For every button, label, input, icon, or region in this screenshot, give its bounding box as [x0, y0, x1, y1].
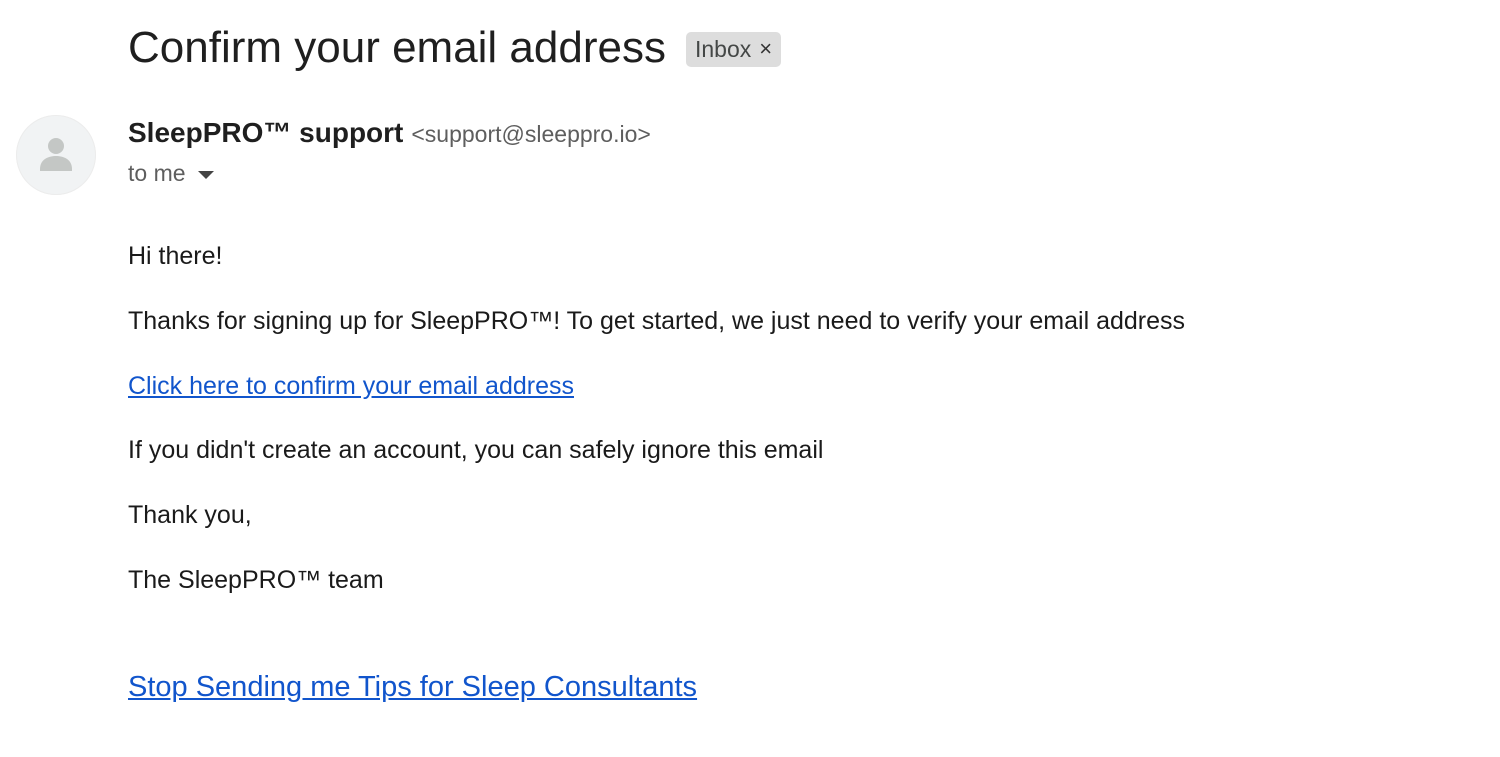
- sender-name: SleepPRO™ support: [128, 117, 404, 148]
- sender-email: <support@sleeppro.io>: [411, 121, 651, 147]
- inbox-label-chip[interactable]: Inbox ×: [685, 31, 782, 67]
- ignore-note-text: If you didn't create an account, you can…: [128, 436, 824, 464]
- subject-row: Confirm your email address Inbox ×: [128, 22, 782, 74]
- caret-down-icon[interactable]: [197, 170, 214, 179]
- close-icon[interactable]: ×: [759, 38, 772, 60]
- greeting-text: Hi there!: [128, 242, 223, 270]
- label-chip-text: Inbox: [694, 35, 752, 62]
- default-person-icon: [40, 138, 72, 171]
- intro-text: Thanks for signing up for SleepPRO™! To …: [128, 307, 1186, 335]
- confirm-link-line: Click here to confirm your email address: [128, 370, 574, 402]
- avatar[interactable]: [16, 115, 96, 195]
- recipient-label: to me: [128, 160, 186, 186]
- confirm-email-link[interactable]: Click here to confirm your email address: [128, 372, 574, 400]
- unsubscribe-link[interactable]: Stop Sending me Tips for Sleep Consultan…: [128, 671, 697, 703]
- email-subject: Confirm your email address: [128, 23, 666, 72]
- email-view: Confirm your email address Inbox × Sleep…: [0, 0, 1500, 757]
- recipient-details-toggle[interactable]: to me: [128, 160, 214, 187]
- signature-text: The SleepPRO™ team: [128, 566, 384, 594]
- footer-link-line: Stop Sending me Tips for Sleep Consultan…: [128, 668, 697, 706]
- sender-row: SleepPRO™ support <support@sleeppro.io>: [128, 117, 651, 149]
- closing-text: Thank you,: [128, 501, 252, 529]
